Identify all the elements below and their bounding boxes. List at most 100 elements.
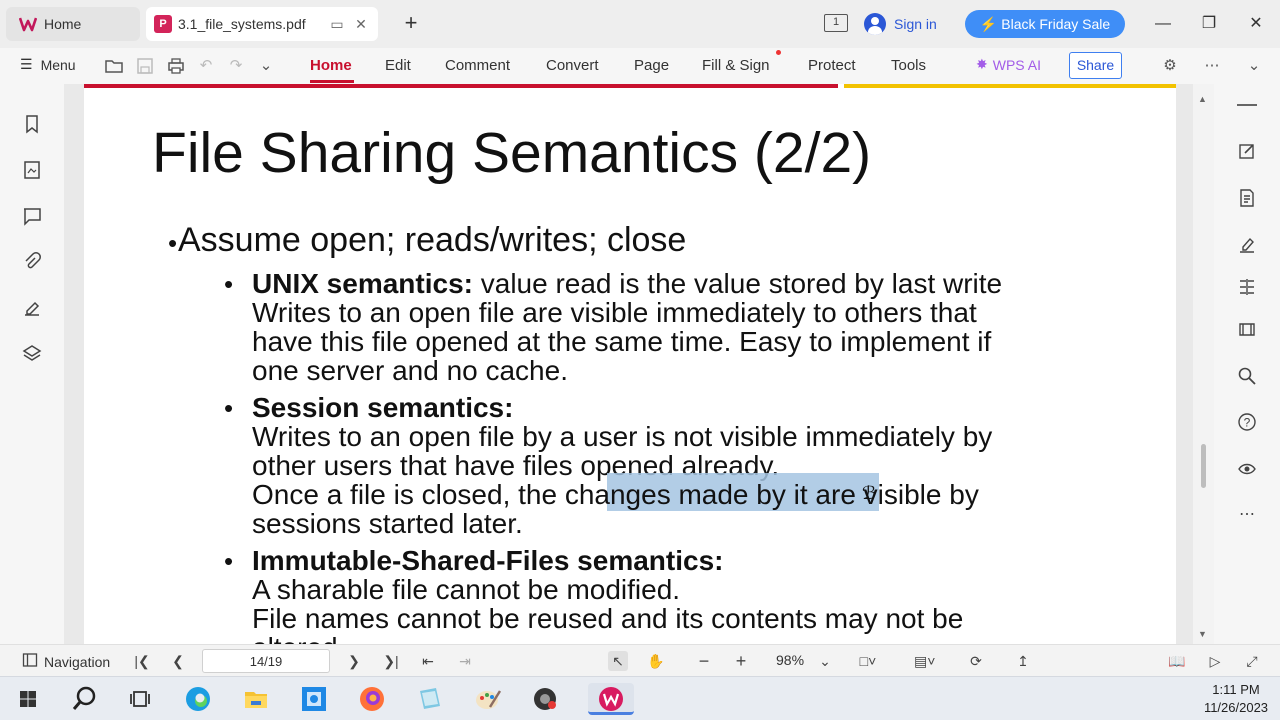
zoom-dropdown-icon[interactable]: ⌄ <box>815 651 835 671</box>
term-unix-semantics: UNIX semantics: <box>252 268 473 299</box>
close-tab-icon[interactable]: ✕ <box>353 16 369 32</box>
print-icon[interactable] <box>166 56 186 76</box>
paint-app-icon[interactable] <box>472 683 504 715</box>
save-icon[interactable] <box>135 56 155 76</box>
menu-comment[interactable]: Comment <box>445 57 510 74</box>
hamburger-icon: ☰ <box>20 56 33 72</box>
compare-icon[interactable] <box>1237 277 1257 297</box>
crop-page-icon[interactable] <box>1237 319 1257 339</box>
firefox-icon[interactable] <box>356 683 388 715</box>
term-session-semantics: Session semantics: <box>252 392 514 423</box>
new-tab-button[interactable]: + <box>398 11 424 37</box>
edit-text-icon[interactable] <box>1237 141 1257 161</box>
attachment-icon[interactable] <box>22 252 42 272</box>
menu-home[interactable]: Home <box>310 57 352 74</box>
redo-icon[interactable]: ↷ <box>226 56 246 76</box>
term-immutable-shared-files: Immutable-Shared-Files semantics: <box>252 545 724 576</box>
summary-icon[interactable] <box>1237 188 1257 208</box>
next-page-icon[interactable]: ❯ <box>344 651 364 671</box>
wps-ai-button[interactable]: ✸ WPS AI <box>976 56 1041 73</box>
left-sidebar <box>0 84 64 644</box>
wps-office-taskbar-icon[interactable] <box>588 683 634 715</box>
fullscreen-icon[interactable]: ⤢ <box>1242 651 1262 671</box>
photos-app-icon[interactable] <box>298 683 330 715</box>
search-icon[interactable] <box>68 683 100 715</box>
zoom-level[interactable]: 98% <box>776 652 804 668</box>
windows-start-icon[interactable] <box>12 683 44 715</box>
collapse-ribbon-icon[interactable]: ⌄ <box>1244 56 1264 76</box>
reading-mode-icon[interactable]: 📖 <box>1167 651 1187 671</box>
document-viewport[interactable]: File Sharing Semantics (2/2) • Assume op… <box>64 84 1214 644</box>
fill-sign-icon[interactable] <box>1237 235 1257 255</box>
promo-button[interactable]: ⚡ Black Friday Sale <box>965 10 1125 38</box>
tab-pdf-document[interactable]: P 3.1_file_systems.pdf ▭ ✕ <box>146 7 378 41</box>
clock-time: 1:11 PM <box>1212 682 1260 697</box>
layers-icon[interactable] <box>22 344 42 364</box>
scroll-down-icon[interactable]: ▼ <box>1198 629 1207 639</box>
more-tools-icon[interactable]: ⋯ <box>1237 504 1257 524</box>
restore-button[interactable]: ❐ <box>1197 12 1221 36</box>
clock-date: 11/26/2023 <box>1203 700 1269 715</box>
last-page-icon[interactable]: ❯| <box>381 651 401 671</box>
bookmark-icon[interactable] <box>22 114 42 134</box>
tab-home[interactable]: Home <box>6 7 140 41</box>
eye-protection-icon[interactable] <box>1237 458 1257 478</box>
rotate-page-icon[interactable]: ⟳ <box>966 651 986 671</box>
menu-tools[interactable]: Tools <box>891 57 926 74</box>
select-tool-icon[interactable]: ↖ <box>608 651 628 671</box>
first-page-icon[interactable]: |❮ <box>132 651 152 671</box>
sign-in-button[interactable]: Sign in <box>864 11 937 37</box>
help-icon[interactable]: ? <box>1237 412 1257 432</box>
comments-icon[interactable] <box>22 206 42 226</box>
search-icon[interactable] <box>1237 366 1257 386</box>
file-explorer-icon[interactable] <box>240 683 272 715</box>
menu-page[interactable]: Page <box>634 57 669 74</box>
menu-convert[interactable]: Convert <box>546 57 599 74</box>
minimize-button[interactable]: — <box>1151 12 1175 36</box>
ai-sparkle-icon: ✸ <box>976 56 988 72</box>
task-view-icon[interactable] <box>124 683 156 715</box>
menu-bar: ☰ Menu ↶ ↷ ⌄ Home Edit Comment Convert P… <box>0 48 1280 84</box>
play-icon[interactable]: ▷ <box>1205 651 1225 671</box>
page-number-input[interactable] <box>202 649 330 673</box>
previous-page-icon[interactable]: ❮ <box>168 651 188 671</box>
collapse-panel-icon[interactable] <box>1237 104 1257 106</box>
main-menu-button[interactable]: ☰ Menu <box>20 56 76 73</box>
menu-edit[interactable]: Edit <box>385 57 411 74</box>
slide-line: one server and no cache. <box>252 355 568 386</box>
navigation-button[interactable]: Navigation <box>22 652 110 671</box>
vertical-scrollbar[interactable]: ▲ ▼ <box>1193 84 1214 644</box>
screen-recorder-icon[interactable] <box>530 683 562 715</box>
active-tab-underline <box>310 80 354 83</box>
slide-line: sessions started later. <box>252 508 523 539</box>
undo-icon[interactable]: ↶ <box>196 56 216 76</box>
wps-ai-label: WPS AI <box>992 56 1041 73</box>
open-folder-icon[interactable] <box>104 56 124 76</box>
zoom-in-icon[interactable]: + <box>731 651 751 671</box>
settings-gear-icon[interactable]: ⚙ <box>1160 56 1180 76</box>
previous-view-icon[interactable]: ⇤ <box>418 651 438 671</box>
sign-in-label: Sign in <box>894 16 937 32</box>
scrollbar-thumb[interactable] <box>1201 444 1206 488</box>
page-indicator-icon[interactable]: 1 <box>824 14 848 32</box>
chevron-down-icon[interactable]: ⌄ <box>256 56 276 76</box>
navigation-label: Navigation <box>44 653 111 670</box>
system-clock[interactable]: 1:11 PM 11/26/2023 <box>1196 681 1276 717</box>
menu-fill-sign[interactable]: Fill & Sign <box>702 57 770 74</box>
page-layout-icon[interactable]: ▤˅ <box>914 651 935 671</box>
share-button[interactable]: Share <box>1069 52 1122 79</box>
thumbnails-icon[interactable] <box>22 160 42 180</box>
notes-app-icon[interactable] <box>414 683 446 715</box>
next-view-icon[interactable]: ⇥ <box>455 651 475 671</box>
more-options-icon[interactable]: ⋯ <box>1202 56 1222 76</box>
menu-protect[interactable]: Protect <box>808 57 856 74</box>
tab-window-icon[interactable]: ▭ <box>329 16 345 32</box>
hand-tool-icon[interactable]: ✋ <box>646 651 666 671</box>
close-window-button[interactable]: ✕ <box>1244 12 1268 36</box>
fit-page-icon[interactable]: □˅ <box>858 651 878 671</box>
scroll-up-icon[interactable]: ▲ <box>1198 94 1207 104</box>
zoom-out-icon[interactable]: − <box>694 651 714 671</box>
edge-browser-icon[interactable] <box>182 683 214 715</box>
signature-icon[interactable] <box>22 298 42 318</box>
export-icon[interactable]: ↥ <box>1013 651 1033 671</box>
